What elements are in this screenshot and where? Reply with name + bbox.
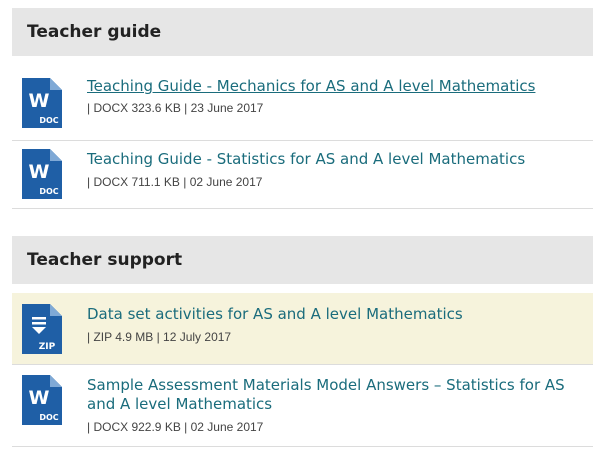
word-doc-icon: W DOC [22,149,62,199]
word-doc-icon-sub: DOC [39,413,58,422]
resource-link-statistics-guide[interactable]: Teaching Guide - Statistics for AS and A… [87,150,583,169]
resource-link-sam-model-answers[interactable]: Sample Assessment Materials Model Answer… [87,376,583,414]
resource-link-mechanics-guide[interactable]: Teaching Guide - Mechanics for AS and A … [87,77,583,96]
resource-meta: | DOCX 922.9 KB | 02 June 2017 [87,420,264,434]
word-doc-icon-letter: W [29,387,50,409]
resource-meta: | DOCX 323.6 KB | 23 June 2017 [87,101,264,115]
section-header-teacher-guide: Teacher guide [12,8,593,56]
zip-file-icon: ZIP [22,304,62,354]
word-doc-icon-letter: W [29,90,50,112]
word-doc-icon: W DOC [22,78,62,128]
section-title: Teacher support [27,250,183,270]
section-header-teacher-support: Teacher support [12,236,593,284]
word-doc-icon: W DOC [22,375,62,425]
word-doc-icon-sub: DOC [39,116,58,125]
resource-item[interactable]: W DOC Sample Assessment Materials Model … [12,365,593,447]
word-doc-icon-sub: DOC [39,187,58,196]
resource-meta: | ZIP 4.9 MB | 12 July 2017 [87,330,232,344]
resource-item[interactable]: ZIP Data set activities for AS and A lev… [12,293,593,365]
resource-item[interactable]: W DOC Teaching Guide - Statistics for AS… [12,141,593,209]
resource-meta: | DOCX 711.1 KB | 02 June 2017 [87,175,263,189]
resource-item[interactable]: W DOC Teaching Guide - Mechanics for AS … [12,65,593,141]
resource-link-data-set-activities[interactable]: Data set activities for AS and A level M… [87,305,583,324]
word-doc-icon-letter: W [29,161,50,183]
zip-file-icon-sub: ZIP [39,342,56,352]
section-title: Teacher guide [27,22,162,42]
